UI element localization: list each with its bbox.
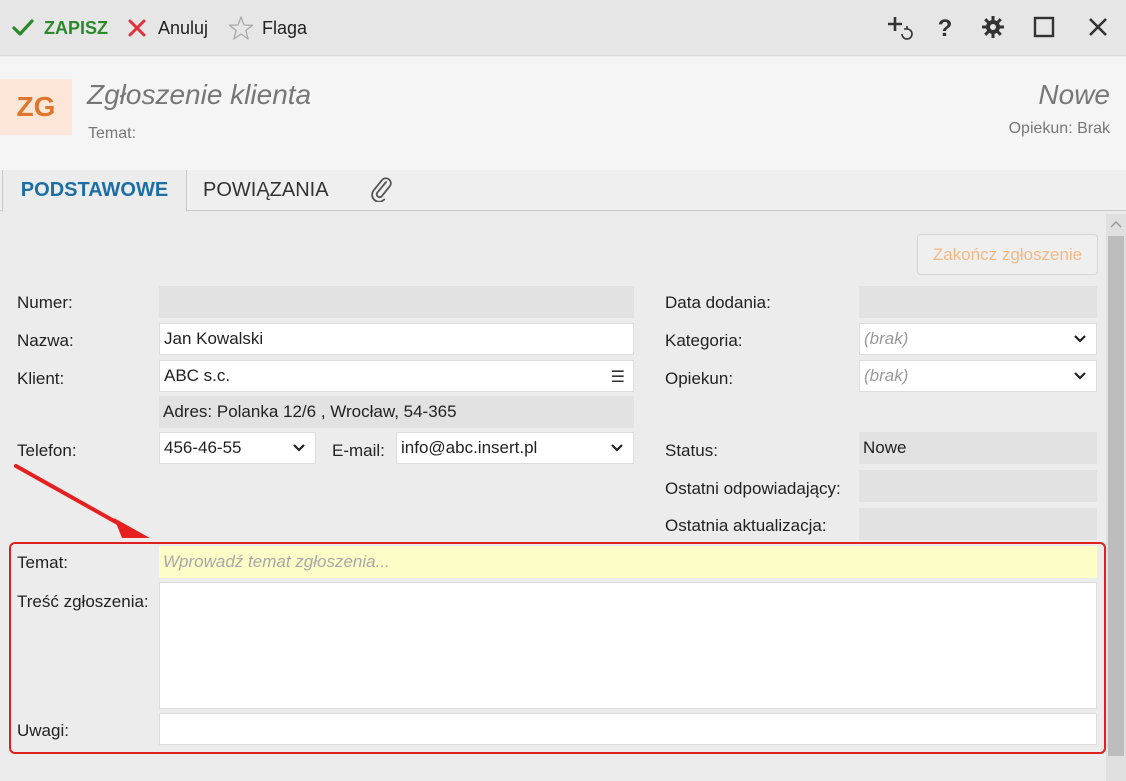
paperclip-icon <box>368 174 394 208</box>
header-subject: Temat: <box>88 125 137 142</box>
telefon-value: 456-46-55 <box>164 438 242 457</box>
save-button[interactable]: ZAPISZ <box>10 14 108 42</box>
close-icon <box>1087 16 1109 43</box>
numer-field <box>159 286 634 318</box>
annotation-arrow <box>12 462 162 549</box>
plus-refresh-icon <box>885 13 913 46</box>
opiekun-label: Opiekun: <box>665 369 734 388</box>
temat-label: Temat: <box>17 553 69 572</box>
avatar: ZG <box>0 79 72 135</box>
uwagi-field[interactable] <box>159 713 1097 745</box>
ostatni-odpowiadajacy-label: Ostatni odpowiadający: <box>665 479 841 498</box>
adres-value: Adres: Polanka 12/6 , Wrocław, 54-365 <box>163 402 457 421</box>
nazwa-field[interactable]: Jan Kowalski <box>159 323 634 355</box>
header-status: Nowe <box>1038 79 1110 110</box>
vertical-scrollbar[interactable] <box>1106 214 1126 781</box>
question-icon: ? <box>937 15 953 42</box>
kategoria-value: (brak) <box>864 329 909 348</box>
tresc-label: Treść zgłoszenia: <box>17 592 149 611</box>
toolbar: ZAPISZ Anuluj Flaga ? <box>0 0 1126 56</box>
record-header: ZG Zgłoszenie klienta Temat: Nowe Opieku… <box>0 57 1126 170</box>
nazwa-label: Nazwa: <box>17 331 74 350</box>
adres-field: Adres: Polanka 12/6 , Wrocław, 54-365 <box>159 396 634 428</box>
nazwa-value: Jan Kowalski <box>164 329 264 348</box>
tab-relations[interactable]: POWIĄZANIA <box>203 170 329 211</box>
help-button[interactable]: ? <box>930 14 960 44</box>
ostatnia-aktualizacja-label: Ostatnia aktualizacja: <box>665 516 827 535</box>
chevron-down-icon <box>1072 368 1088 384</box>
chevron-down-icon <box>1072 331 1088 347</box>
temat-input[interactable] <box>159 546 1097 578</box>
cancel-button[interactable]: Anuluj <box>124 14 208 42</box>
telefon-select[interactable]: 456-46-55 <box>159 432 316 464</box>
status-value: Nowe <box>863 438 907 457</box>
maximize-button[interactable] <box>1029 14 1059 44</box>
kategoria-select[interactable]: (brak) <box>859 323 1097 355</box>
save-label: ZAPISZ <box>44 17 109 38</box>
new-linked-button[interactable] <box>884 14 914 44</box>
numer-label: Numer: <box>17 293 73 312</box>
close-button[interactable] <box>1083 14 1113 44</box>
opiekun-value: (brak) <box>864 366 909 385</box>
tab-attachments[interactable] <box>366 170 396 211</box>
gear-icon <box>981 15 1005 44</box>
opiekun-select[interactable]: (brak) <box>859 360 1097 392</box>
data-dodania-field <box>859 286 1097 318</box>
data-dodania-label: Data dodania: <box>665 293 771 312</box>
status-field: Nowe <box>859 432 1097 464</box>
klient-value: ABC s.c. <box>164 366 231 385</box>
x-icon <box>124 15 150 41</box>
chevron-down-icon <box>609 440 625 456</box>
menu-icon[interactable]: ☰ <box>611 367 625 387</box>
uwagi-label: Uwagi: <box>17 721 69 740</box>
telefon-label: Telefon: <box>17 441 77 460</box>
tab-basic[interactable]: PODSTAWOWE <box>2 170 187 212</box>
ostatni-odpowiadajacy-field <box>859 470 1097 502</box>
header-owner: Opiekun: Brak <box>1008 120 1110 137</box>
status-label: Status: <box>665 441 718 460</box>
email-label: E-mail: <box>332 441 385 460</box>
scroll-thumb[interactable] <box>1108 236 1124 756</box>
star-outline-icon <box>228 15 254 41</box>
scroll-up-button[interactable] <box>1106 214 1126 234</box>
ostatnia-aktualizacja-field <box>859 508 1097 540</box>
tresc-textarea[interactable] <box>159 582 1097 709</box>
square-icon <box>1032 15 1056 44</box>
cancel-label: Anuluj <box>158 17 209 38</box>
chevron-down-icon <box>291 440 307 456</box>
finish-ticket-button[interactable]: Zakończ zgłoszenie <box>917 234 1098 275</box>
settings-button[interactable] <box>978 14 1008 44</box>
checkmark-icon <box>10 15 36 41</box>
email-select[interactable]: info@abc.insert.pl <box>396 432 634 464</box>
page-title: Zgłoszenie klienta <box>87 79 312 110</box>
klient-field[interactable]: ABC s.c. ☰ <box>159 360 634 392</box>
tab-bar: PODSTAWOWE POWIĄZANIA <box>0 170 1126 212</box>
kategoria-label: Kategoria: <box>665 331 743 350</box>
email-value: info@abc.insert.pl <box>401 438 538 457</box>
klient-label: Klient: <box>17 369 65 388</box>
flag-label: Flaga <box>262 17 308 38</box>
flag-button[interactable]: Flaga <box>228 14 307 42</box>
